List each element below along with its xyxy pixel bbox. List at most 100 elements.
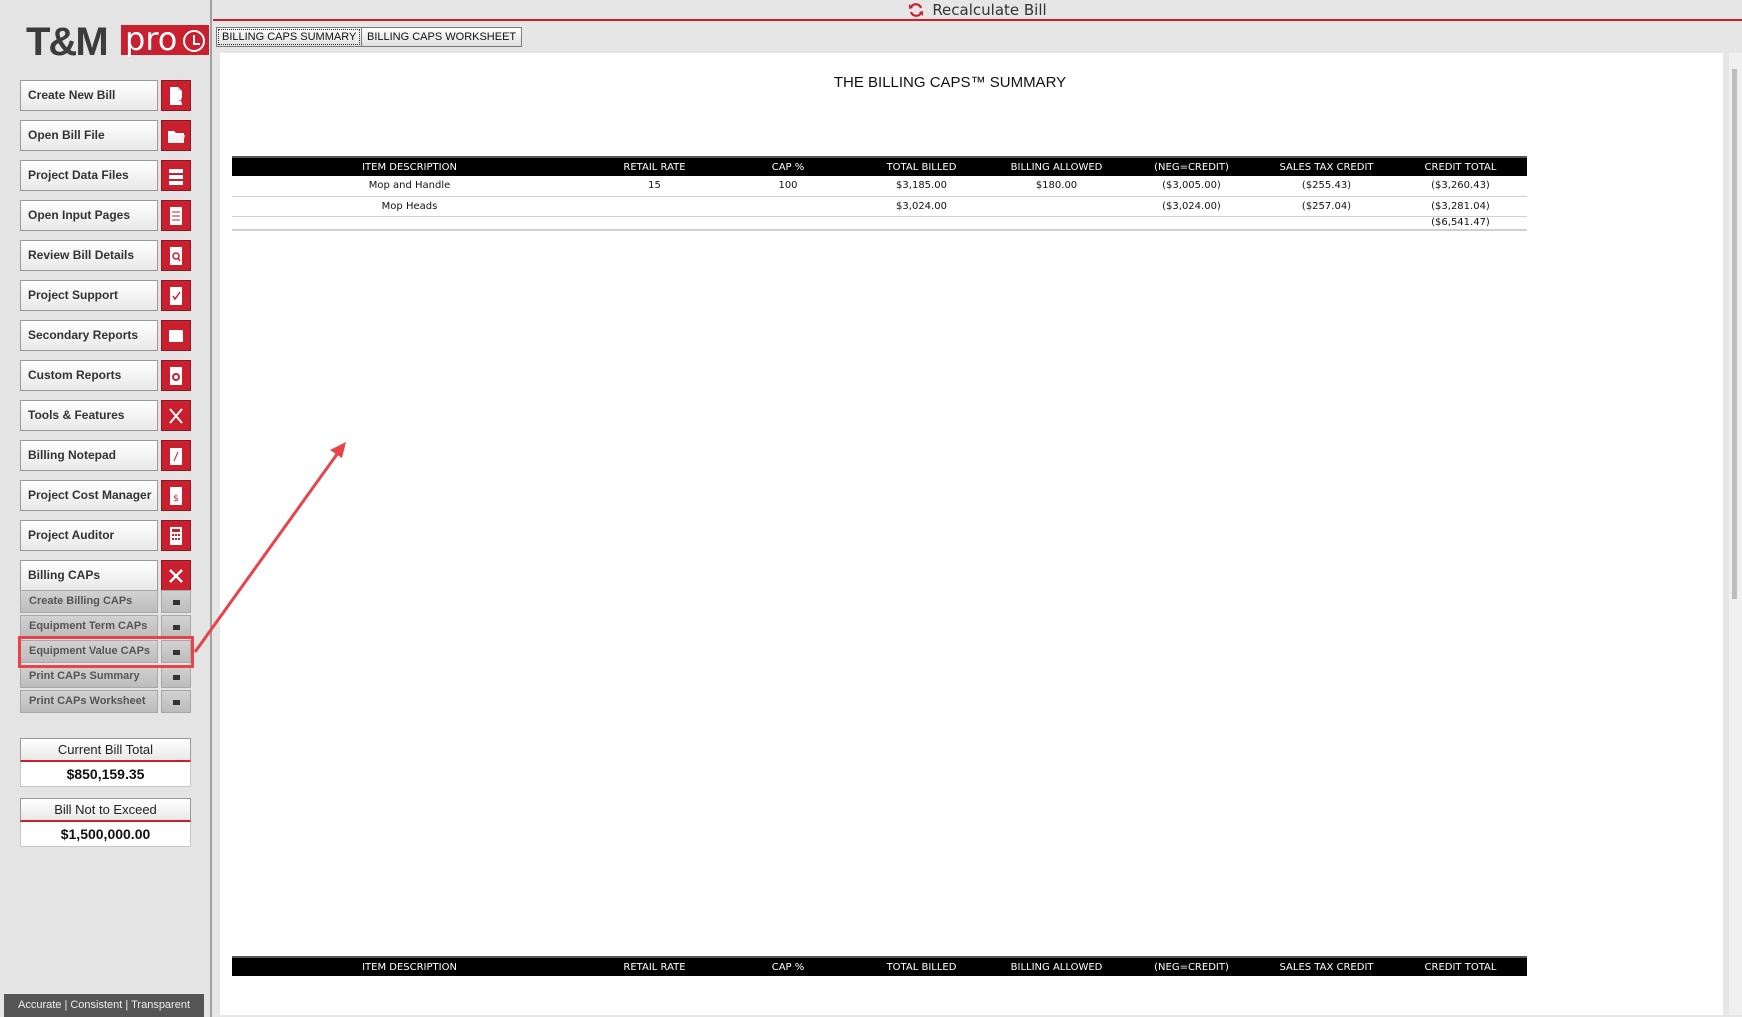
column-header: CAP %	[722, 956, 854, 976]
list-icon[interactable]	[161, 160, 191, 191]
calculator-icon[interactable]	[161, 520, 191, 551]
vertical-scrollbar[interactable]	[1729, 53, 1742, 1015]
nav-button-label[interactable]: Review Bill Details	[20, 240, 158, 271]
logo-accent-text: pro	[125, 20, 178, 58]
column-header: CREDIT TOTAL	[1394, 956, 1527, 976]
report-icon[interactable]	[161, 320, 191, 351]
nav-button-label[interactable]: Project Data Files	[20, 160, 158, 191]
square-bullet-icon[interactable]	[161, 590, 191, 613]
nav-item-billing-caps[interactable]: Billing CAPs	[20, 560, 191, 591]
sidebar: T&M pro Create New Bill + Open Bill File Pr…	[0, 0, 212, 1017]
nav-button-label[interactable]: Secondary Reports	[20, 320, 158, 351]
submenu-item-create-billing-caps[interactable]: Create Billing CAPs	[20, 590, 191, 613]
nav-item-open-bill-file[interactable]: Open Bill File	[20, 120, 191, 151]
gear-document-icon[interactable]	[161, 360, 191, 391]
column-header: BILLING ALLOWED	[989, 156, 1124, 176]
submenu-item-print-caps-summary[interactable]: Print CAPs Summary	[20, 665, 191, 688]
scrollbar-thumb[interactable]	[1732, 69, 1737, 599]
table-cell: $3,024.00	[854, 196, 989, 217]
column-header: SALES TAX CREDIT	[1259, 156, 1394, 176]
table-cell: $3,185.00	[854, 176, 989, 197]
table-cell: 100	[722, 176, 854, 197]
tab-billing-caps-summary[interactable]: BILLING CAPS SUMMARY	[216, 27, 363, 47]
nav-button-label[interactable]: Open Input Pages	[20, 200, 158, 231]
nav-item-create-new-bill[interactable]: Create New Bill +	[20, 80, 191, 111]
svg-text:$: $	[173, 494, 179, 504]
table-cell: Mop and Handle	[232, 176, 587, 197]
column-header: CREDIT TOTAL	[1394, 156, 1527, 176]
bill-not-to-exceed-value: $1,500,000.00	[20, 822, 191, 847]
nav-button-label[interactable]: Tools & Features	[20, 400, 158, 431]
table-cell: $180.00	[989, 176, 1124, 197]
tab-billing-caps-worksheet[interactable]: BILLING CAPS WORKSHEET	[361, 27, 523, 47]
table-cell	[722, 216, 854, 231]
table-cell	[989, 196, 1124, 217]
column-header: SALES TAX CREDIT	[1259, 956, 1394, 976]
nav-button-label[interactable]: Project Support	[20, 280, 158, 311]
caps-summary-table-footer-header: ITEM DESCRIPTION RETAIL RATE CAP % TOTAL BI…	[232, 956, 1527, 976]
nav-button-label[interactable]: Open Bill File	[20, 120, 158, 151]
table-cell: ($3,005.00)	[1124, 176, 1259, 197]
table-cell	[232, 216, 587, 231]
nav-button-label[interactable]: Billing CAPs	[20, 560, 158, 591]
nav-item-review-bill-details[interactable]: Review Bill Details	[20, 240, 191, 271]
square-bullet-icon[interactable]	[161, 615, 191, 638]
column-header: TOTAL BILLED	[854, 156, 989, 176]
submenu-item-label[interactable]: Print CAPs Worksheet	[20, 690, 158, 713]
nav-item-billing-notepad[interactable]: Billing Notepad	[20, 440, 191, 471]
dollar-document-icon[interactable]: $	[161, 480, 191, 511]
nav-item-secondary-reports[interactable]: Secondary Reports	[20, 320, 191, 351]
recalculate-bill-button[interactable]: Recalculate Bill	[213, 0, 1742, 21]
table-cell	[587, 196, 722, 217]
table-cell: ($3,281.04)	[1394, 196, 1527, 217]
form-icon[interactable]	[161, 200, 191, 231]
submenu-item-label[interactable]: Create Billing CAPs	[20, 590, 158, 613]
nav-item-project-data-files[interactable]: Project Data Files	[20, 160, 191, 191]
submenu-item-label[interactable]: Print CAPs Summary	[20, 665, 158, 688]
nav-item-project-cost-manager[interactable]: Project Cost Manager $	[20, 480, 191, 511]
bill-not-to-exceed-box: Bill Not to Exceed $1,500,000.00	[20, 798, 191, 847]
bill-not-to-exceed-label: Bill Not to Exceed	[20, 798, 191, 822]
new-file-icon[interactable]: +	[161, 80, 191, 111]
svg-text:+: +	[178, 96, 185, 105]
table-cell: ($3,024.00)	[1124, 196, 1259, 217]
tools-icon[interactable]	[161, 400, 191, 431]
nav-item-project-auditor[interactable]: Project Auditor	[20, 520, 191, 551]
tagline: Accurate | Consistent | Transparent	[4, 994, 204, 1017]
recalculate-bill-label: Recalculate Bill	[932, 0, 1047, 19]
folder-open-icon[interactable]	[161, 120, 191, 151]
table-cell: ($6,541.47)	[1394, 216, 1527, 231]
nav-button-label[interactable]: Create New Bill	[20, 80, 158, 111]
table-header-row: ITEM DESCRIPTION RETAIL RATE CAP % TOTAL BI…	[232, 156, 1527, 176]
table-cell: 15	[587, 176, 722, 197]
nav-item-tools-features[interactable]: Tools & Features	[20, 400, 191, 431]
current-bill-total-box: Current Bill Total $850,159.35	[20, 738, 191, 787]
nav-button-label[interactable]: Project Cost Manager	[20, 480, 158, 511]
close-icon[interactable]	[161, 560, 191, 591]
nav-item-custom-reports[interactable]: Custom Reports	[20, 360, 191, 391]
logo-main-text: T&M	[26, 20, 109, 64]
nav-button-label[interactable]: Custom Reports	[20, 360, 158, 391]
nav-button-label[interactable]: Billing Notepad	[20, 440, 158, 471]
checklist-icon[interactable]	[161, 280, 191, 311]
column-header: ITEM DESCRIPTION	[232, 956, 587, 976]
table-cell	[1259, 216, 1394, 231]
tm-pro-logo: T&M pro	[26, 20, 209, 64]
submenu-item-equipment-term-caps[interactable]: Equipment Term CAPs	[20, 615, 191, 638]
square-bullet-icon[interactable]	[161, 665, 191, 688]
table-cell	[854, 216, 989, 231]
column-header: RETAIL RATE	[587, 956, 722, 976]
nav-item-project-support[interactable]: Project Support	[20, 280, 191, 311]
submenu-item-label[interactable]: Equipment Term CAPs	[20, 615, 158, 638]
square-bullet-icon[interactable]	[161, 690, 191, 713]
nav-button-label[interactable]: Project Auditor	[20, 520, 158, 551]
table-header-row: ITEM DESCRIPTION RETAIL RATE CAP % TOTAL BI…	[232, 956, 1527, 976]
notepad-icon[interactable]	[161, 440, 191, 471]
column-header: RETAIL RATE	[587, 156, 722, 176]
table-cell	[587, 216, 722, 231]
magnify-document-icon[interactable]	[161, 240, 191, 271]
nav-item-open-input-pages[interactable]: Open Input Pages	[20, 200, 191, 231]
submenu-item-print-caps-worksheet[interactable]: Print CAPs Worksheet	[20, 690, 191, 713]
column-header: CAP %	[722, 156, 854, 176]
clock-icon	[183, 30, 205, 52]
